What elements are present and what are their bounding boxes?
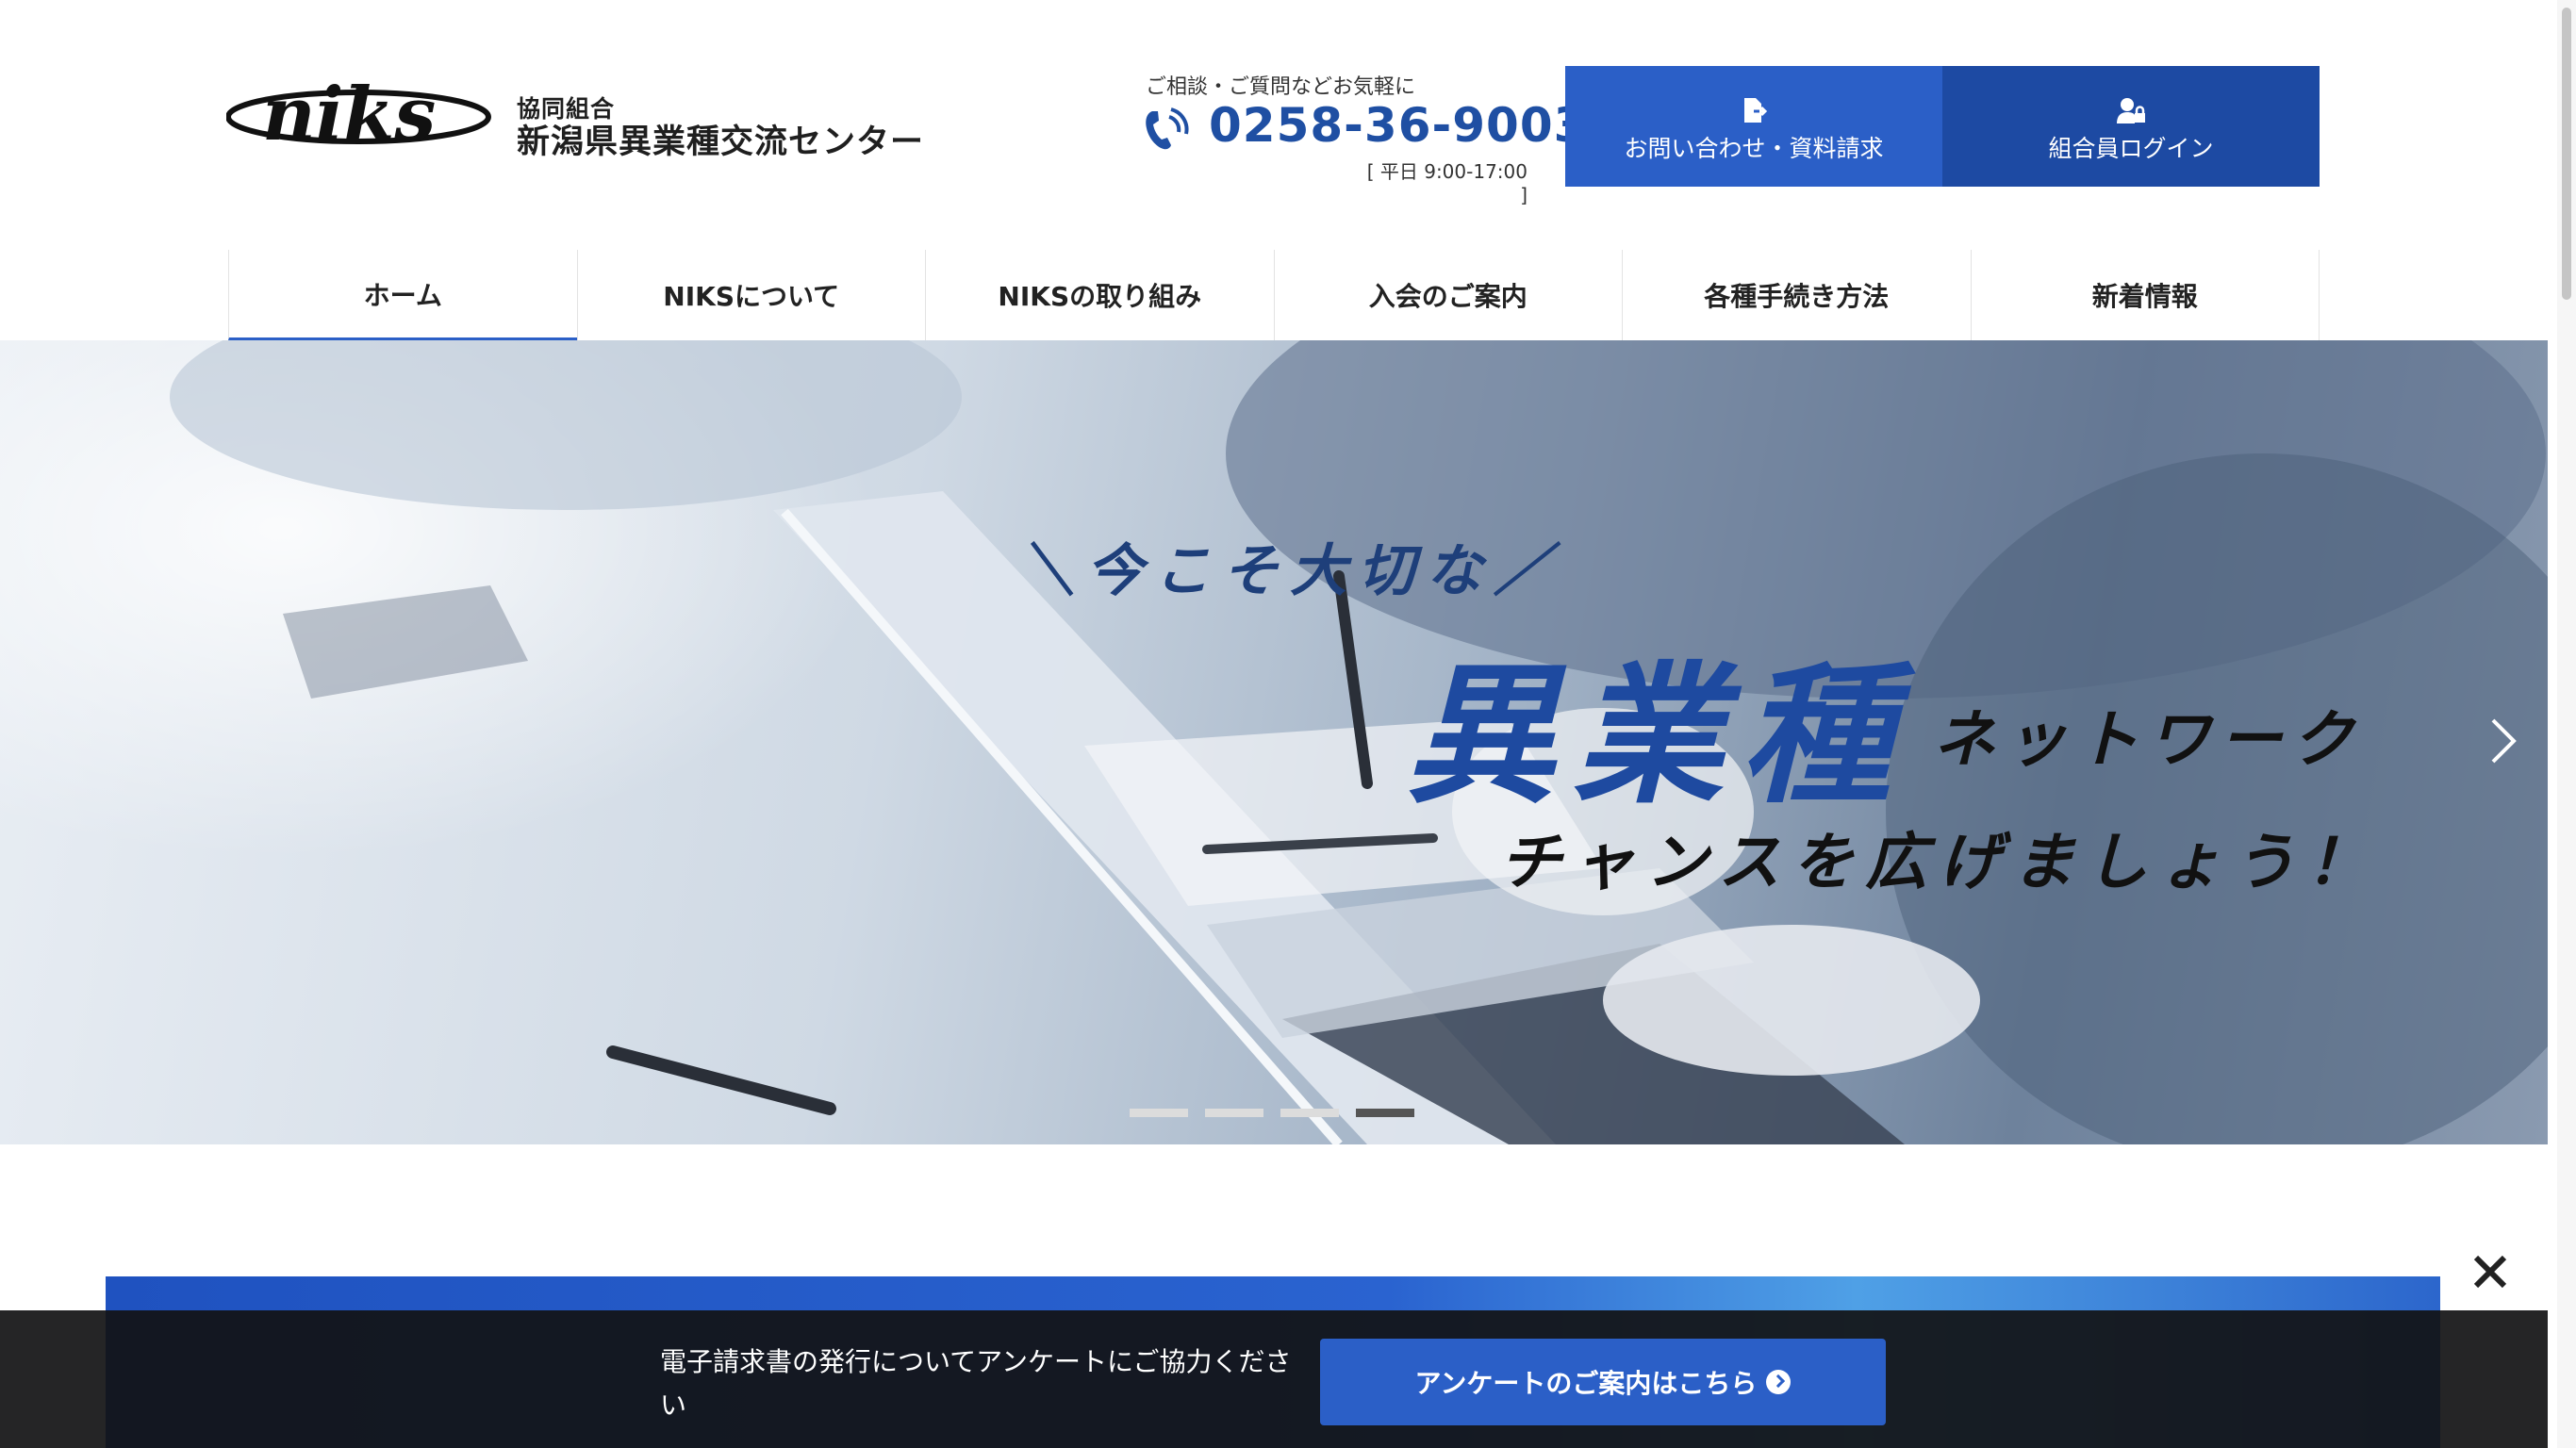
nav-item-membership[interactable]: 入会のご案内 — [1273, 250, 1623, 340]
contact-request-label: お問い合わせ・資料請求 — [1624, 135, 1884, 162]
scrollbar-thumb[interactable] — [2562, 8, 2571, 300]
nav-item-activities[interactable]: NIKSの取り組み — [925, 250, 1274, 340]
nav-item-about[interactable]: NIKSについて — [576, 250, 926, 340]
hero-title-main: 異業種 — [1405, 648, 1909, 824]
hero-title-sub: ネットワーク — [1933, 703, 2363, 776]
hero-subheadline: チャンスを広げましょう！ — [1499, 826, 2381, 898]
hero-tagline: ＼今こそ大切な／ — [1018, 538, 1561, 604]
arrow-circle-icon — [1766, 1370, 1792, 1394]
chevron-right-icon[interactable] — [2489, 716, 2518, 765]
nav-item-home[interactable]: ホーム — [228, 250, 577, 340]
document-arrow-icon — [1744, 98, 1768, 123]
notice-text: 電子請求書の発行についてアンケートにご協力ください — [660, 1346, 1292, 1421]
member-login-label: 組合員ログイン — [2048, 135, 2214, 162]
phone-icon — [1146, 107, 1189, 150]
svg-text:niks: niks — [262, 74, 436, 157]
slider-dot[interactable] — [1205, 1109, 1263, 1117]
survey-button[interactable]: アンケートのご案内はこちら — [1320, 1339, 1886, 1425]
close-icon[interactable] — [2470, 1252, 2510, 1292]
slider-dot[interactable] — [1130, 1109, 1188, 1117]
hero-slider[interactable]: ＼今こそ大切な／ 異業種 ネットワーク チャンスを広げましょう！ — [0, 340, 2548, 1144]
org-name: 新潟県異業種交流センター — [517, 123, 925, 161]
tel-hours: [ 平日 9:00-17:00 ] — [1366, 160, 1527, 206]
tel-caption: ご相談・ご質問などお気軽に — [1146, 75, 1416, 99]
slider-pagination — [1130, 1109, 1414, 1117]
main-nav: ホーム NIKSについて NIKSの取り組み 入会のご案内 各種手続き方法 新着… — [228, 250, 2320, 340]
user-lock-icon — [2117, 98, 2145, 123]
member-login-button[interactable]: 組合員ログイン — [1942, 66, 2320, 187]
nav-item-procedures[interactable]: 各種手続き方法 — [1622, 250, 1971, 340]
tel-number[interactable]: 0258-36-9003 — [1209, 98, 1587, 153]
niks-logo[interactable]: niks — [226, 74, 500, 158]
contact-request-button[interactable]: お問い合わせ・資料請求 — [1565, 66, 1942, 187]
slider-dot[interactable] — [1280, 1109, 1339, 1117]
nav-item-news[interactable]: 新着情報 — [1970, 250, 2320, 340]
slider-dot-active[interactable] — [1356, 1109, 1414, 1117]
survey-button-label: アンケートのご案内はこちら — [1414, 1368, 1758, 1399]
